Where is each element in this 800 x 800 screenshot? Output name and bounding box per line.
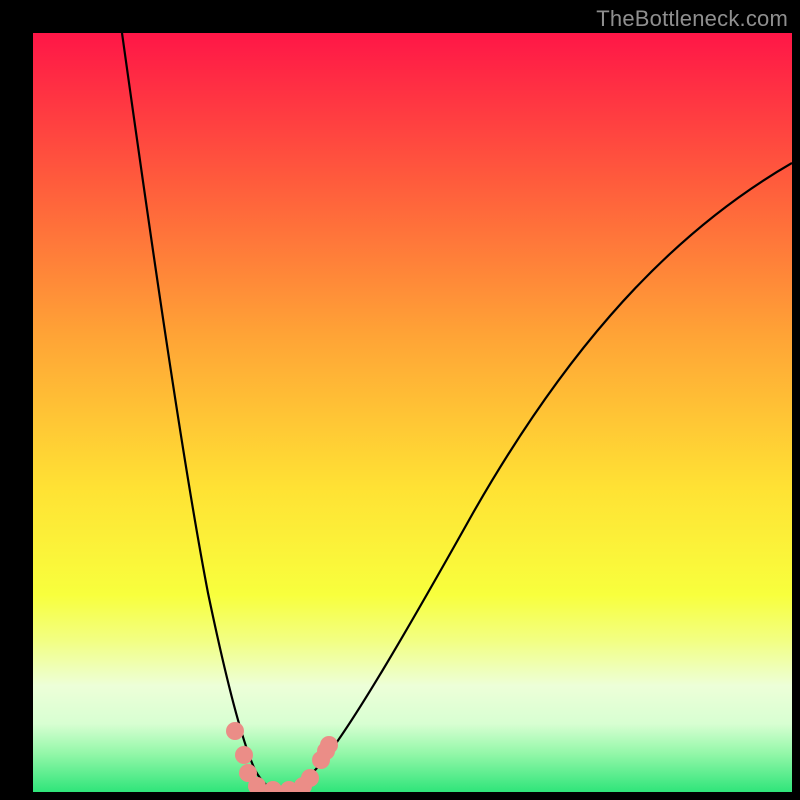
data-marker — [301, 769, 319, 787]
bottleneck-curve-right — [278, 163, 792, 791]
data-marker — [264, 781, 282, 792]
bottleneck-curve-left — [122, 33, 278, 791]
data-marker — [320, 736, 338, 754]
curves-layer — [33, 33, 792, 792]
chart-frame: TheBottleneck.com — [0, 0, 800, 800]
markers-group — [226, 722, 338, 792]
plot-area — [33, 33, 792, 792]
data-marker — [235, 746, 253, 764]
data-marker — [226, 722, 244, 740]
watermark-text: TheBottleneck.com — [596, 6, 788, 32]
